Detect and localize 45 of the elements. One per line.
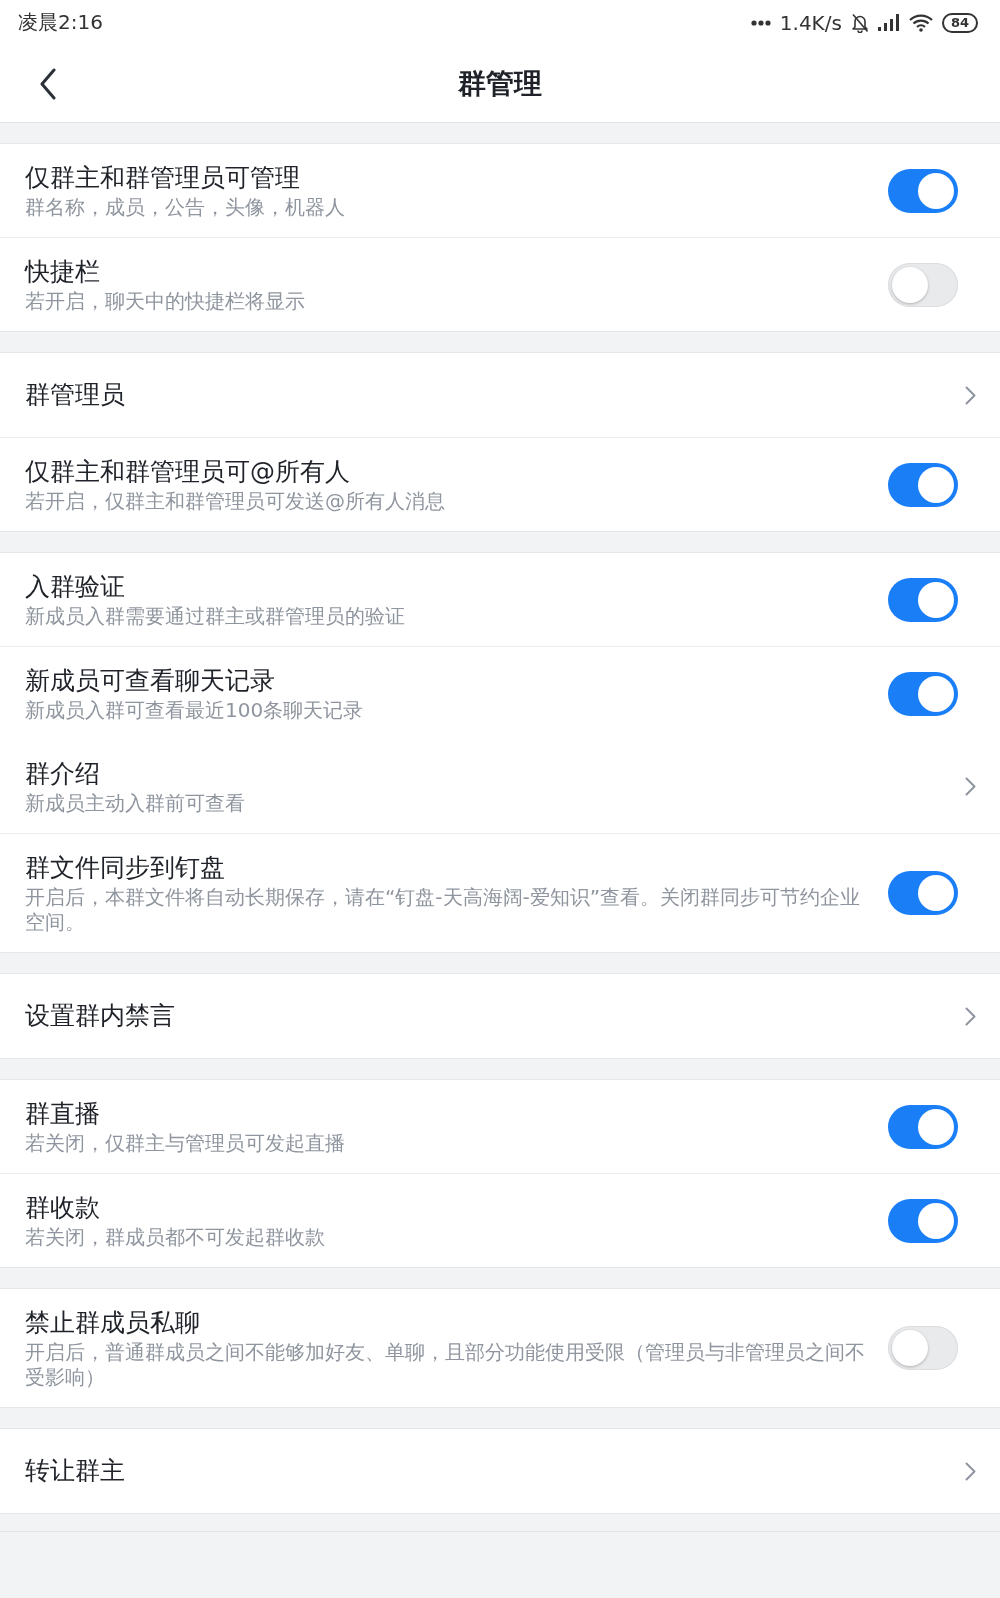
toggle-switch[interactable]: [888, 577, 958, 622]
chevron-right-icon[interactable]: [965, 1461, 976, 1481]
setting-description: 若关闭，仅群主与管理员可发起直播: [25, 1131, 346, 1156]
setting-title: 群收款: [25, 1192, 101, 1224]
chevron-right-icon[interactable]: [965, 385, 976, 405]
setting-title: 仅群主和群管理员可管理: [25, 162, 301, 194]
network-speed: 1.4K/s: [779, 10, 842, 35]
signal-icon: [877, 14, 900, 31]
bell-muted-icon: [850, 12, 869, 33]
setting-title: 快捷栏: [25, 256, 101, 288]
setting-description: 开启后，普通群成员之间不能够加好友、单聊，且部分功能使用受限（管理员与非管理员之间不受影响）: [25, 1340, 866, 1390]
setting-title: 新成员可查看聊天记录: [25, 665, 276, 697]
setting-title: 群文件同步到钉盘: [25, 852, 226, 884]
setting-title: 仅群主和群管理员可@所有人: [25, 456, 351, 488]
wifi-icon: [908, 13, 933, 32]
setting-description: 若开启，仅群主和群管理员可发送@所有人消息: [25, 489, 446, 514]
setting-title: 入群验证: [25, 571, 126, 603]
setting-title: 转让群主: [25, 1455, 126, 1487]
setting-description: 若开启，聊天中的快捷栏将显示: [25, 289, 306, 314]
setting-description: 群名称，成员，公告，头像，机器人: [25, 195, 346, 220]
setting-title: 设置群内禁言: [25, 1000, 176, 1032]
chevron-right-icon[interactable]: [965, 1006, 976, 1026]
toggle-switch[interactable]: [888, 262, 958, 307]
toggle-switch[interactable]: [888, 168, 958, 213]
toggle-switch[interactable]: [888, 1198, 958, 1243]
setting-description: 新成员入群需要通过群主或群管理员的验证: [25, 604, 406, 629]
status-time: 凌晨2:16: [18, 9, 103, 36]
setting-description: 新成员主动入群前可查看: [25, 791, 246, 816]
setting-title: 禁止群成员私聊: [25, 1307, 201, 1339]
toggle-switch[interactable]: [888, 871, 958, 915]
page-title: 群管理: [457, 65, 543, 102]
chevron-right-icon[interactable]: [965, 777, 976, 796]
setting-title: 群直播: [25, 1098, 101, 1130]
battery-indicator: 84: [941, 12, 978, 33]
toggle-switch[interactable]: [888, 1326, 958, 1370]
toggle-switch[interactable]: [888, 671, 958, 716]
setting-description: 新成员入群可查看最近100条聊天记录: [25, 698, 365, 723]
more-dots-icon: [750, 19, 771, 26]
toggle-switch[interactable]: [888, 462, 958, 507]
setting-title: 群管理员: [25, 379, 126, 411]
toggle-switch[interactable]: [888, 1104, 958, 1149]
back-icon[interactable]: [39, 67, 57, 100]
setting-description: 若关闭，群成员都不可发起群收款: [25, 1225, 326, 1250]
setting-description: 开启后，本群文件将自动长期保存，请在“钉盘-天高海阔-爱知识”查看。关闭群同步可节约企业空间。: [25, 885, 862, 935]
setting-title: 群介绍: [25, 758, 101, 790]
